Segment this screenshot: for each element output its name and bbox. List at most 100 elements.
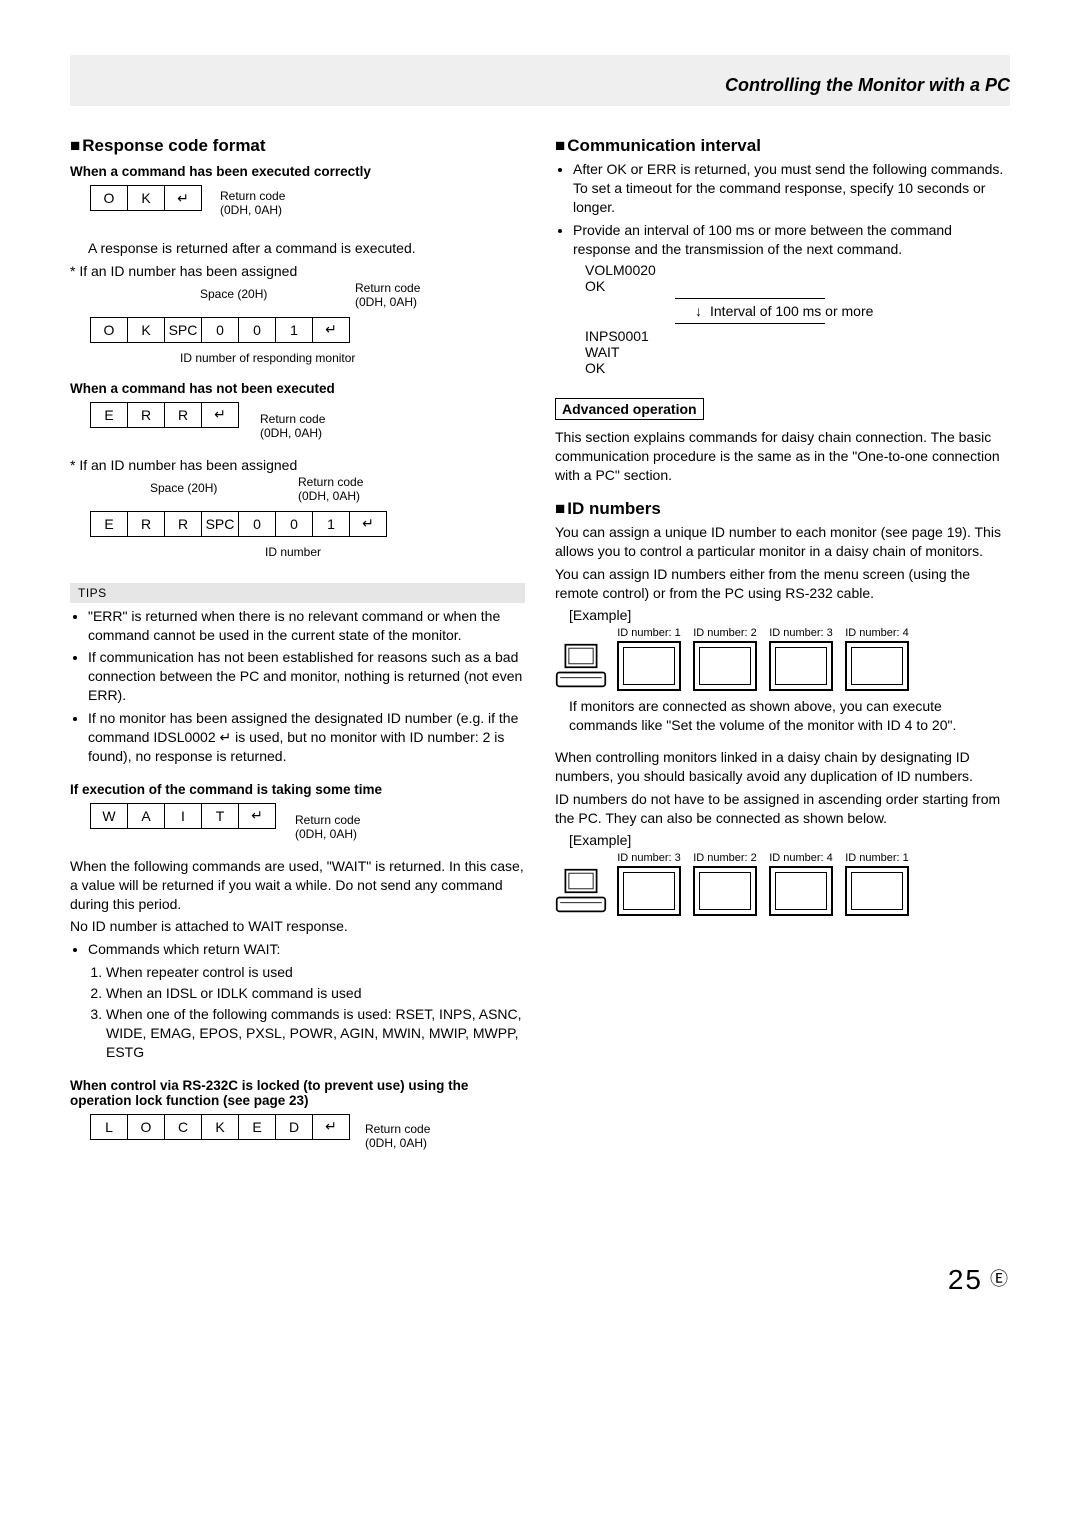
cell: K: [128, 317, 165, 342]
example-2-row: ID number: 3 ID number: 2 ID number: 4 I…: [555, 852, 1010, 916]
interval-label: Interval of 100 ms or more: [710, 303, 873, 319]
return-code-hex-2: (0DH, 0AH): [355, 295, 417, 309]
cell: R: [165, 402, 202, 427]
arrow-down-icon: ↓: [695, 303, 702, 319]
return-code-label-2: Return code: [355, 281, 420, 295]
tip-item: If communication has not been establishe…: [88, 648, 525, 705]
table-err-id: E R R SPC 0 0 1 ↵: [90, 511, 387, 537]
tips-header: TIPS: [70, 583, 525, 603]
cell: ↵: [313, 1114, 350, 1139]
return-code-hex-4: (0DH, 0AH): [298, 489, 360, 503]
sub-locked: When control via RS-232C is locked (to p…: [70, 1078, 525, 1108]
page-number: 25 Ⓔ: [70, 1264, 1010, 1296]
return-code-label-5: Return code: [295, 813, 360, 827]
tip-item: "ERR" is returned when there is no relev…: [88, 607, 525, 645]
cell: D: [276, 1114, 313, 1139]
wait-item: When one of the following commands is us…: [106, 1005, 525, 1062]
cell: ↵: [165, 186, 202, 211]
wait-item: When repeater control is used: [106, 963, 525, 982]
id-p4: ID numbers do not have to be assigned in…: [555, 790, 1010, 828]
sub-executed-correctly: When a command has been executed correct…: [70, 164, 525, 179]
id-p1: You can assign a unique ID number to eac…: [555, 523, 1010, 561]
ex-inps: INPS0001: [585, 328, 1010, 344]
space-20h-label-2: Space (20H): [150, 481, 217, 495]
pc-icon: [555, 643, 607, 691]
cell: 0: [276, 511, 313, 536]
tips-list: "ERR" is returned when there is no relev…: [88, 607, 525, 766]
sub-taking-time: If execution of the command is taking so…: [70, 782, 525, 797]
cell: O: [91, 317, 128, 342]
cell: 0: [239, 317, 276, 342]
id-assigned-note-1: * If an ID number has been assigned: [70, 262, 525, 281]
cell: L: [91, 1114, 128, 1139]
cell: R: [165, 511, 202, 536]
comm-b1b-text: To set a timeout for the command respons…: [573, 180, 985, 215]
return-code-hex-3: (0DH, 0AH): [260, 426, 322, 440]
cell: E: [239, 1114, 276, 1139]
wait-numbered-list: When repeater control is used When an ID…: [106, 963, 525, 1061]
monitor-label: ID number: 1: [845, 852, 909, 864]
id-assigned-note-2: * If an ID number has been assigned: [70, 456, 525, 475]
cell: SPC: [165, 317, 202, 342]
cell: E: [91, 511, 128, 536]
page-num-circ: Ⓔ: [983, 1269, 1010, 1289]
cell: R: [128, 511, 165, 536]
ex-ok2: OK: [585, 360, 1010, 376]
cell: ↵: [239, 803, 276, 828]
monitor-label: ID number: 3: [617, 852, 681, 864]
ex-volm: VOLM0020: [585, 262, 1010, 278]
monitor-icon: [845, 641, 909, 691]
cell: C: [165, 1114, 202, 1139]
cell: 0: [202, 317, 239, 342]
id-p3: When controlling monitors linked in a da…: [555, 748, 1010, 786]
cell: O: [128, 1114, 165, 1139]
space-20h-label: Space (20H): [200, 287, 267, 301]
pc-icon: [555, 868, 607, 916]
page-num-value: 25: [948, 1264, 983, 1295]
table-err: E R R ↵: [90, 402, 239, 428]
comm-bullets: After OK or ERR is returned, you must se…: [573, 160, 1010, 258]
monitor-icon: [693, 866, 757, 916]
ex-wait: WAIT: [585, 344, 1010, 360]
monitor-label: ID number: 1: [617, 627, 681, 639]
monitor-label: ID number: 2: [693, 852, 757, 864]
cell: SPC: [202, 511, 239, 536]
cell: K: [202, 1114, 239, 1139]
monitor-label: ID number: 4: [845, 627, 909, 639]
wait-desc-2: No ID number is attached to WAIT respons…: [70, 917, 525, 936]
table-locked: L O C K E D ↵: [90, 1114, 350, 1140]
monitor-icon: [693, 641, 757, 691]
monitor-label: ID number: 2: [693, 627, 757, 639]
cell: ↵: [313, 317, 350, 342]
heading-comm-interval: Communication interval: [555, 136, 1010, 156]
wait-item: When an IDSL or IDLK command is used: [106, 984, 525, 1003]
comm-bullet-1: After OK or ERR is returned, you must se…: [573, 160, 1010, 217]
tip-item: If no monitor has been assigned the desi…: [88, 709, 525, 766]
return-code-hex-5: (0DH, 0AH): [295, 827, 357, 841]
id-p2: You can assign ID numbers either from th…: [555, 565, 1010, 603]
left-column: Response code format When a command has …: [70, 136, 525, 1164]
return-code-label-6: Return code: [365, 1122, 430, 1136]
cell: ↵: [350, 511, 387, 536]
cell: A: [128, 803, 165, 828]
monitor-icon: [617, 641, 681, 691]
cell: K: [128, 186, 165, 211]
id-number-label: ID number: [265, 545, 525, 559]
cell: I: [165, 803, 202, 828]
cell: R: [128, 402, 165, 427]
advanced-operation-box: Advanced operation: [555, 398, 704, 420]
interval-example: VOLM0020 OK ↓ Interval of 100 ms or more…: [585, 262, 1010, 376]
cell: O: [91, 186, 128, 211]
wait-bullets: Commands which return WAIT:: [88, 940, 525, 959]
return-code-hex-6: (0DH, 0AH): [365, 1136, 427, 1150]
cell: ↵: [202, 402, 239, 427]
header-bar: Controlling the Monitor with a PC: [70, 55, 1010, 106]
sub-not-executed: When a command has not been executed: [70, 381, 525, 396]
monitor-label: ID number: 3: [769, 627, 833, 639]
table-ok: O K ↵: [90, 185, 202, 211]
cell: 0: [239, 511, 276, 536]
example-label-1: [Example]: [569, 607, 1010, 623]
return-code-label-3: Return code: [260, 412, 325, 426]
ex-ok: OK: [585, 278, 1010, 294]
comm-bullet-2: Provide an interval of 100 ms or more be…: [573, 221, 1010, 259]
